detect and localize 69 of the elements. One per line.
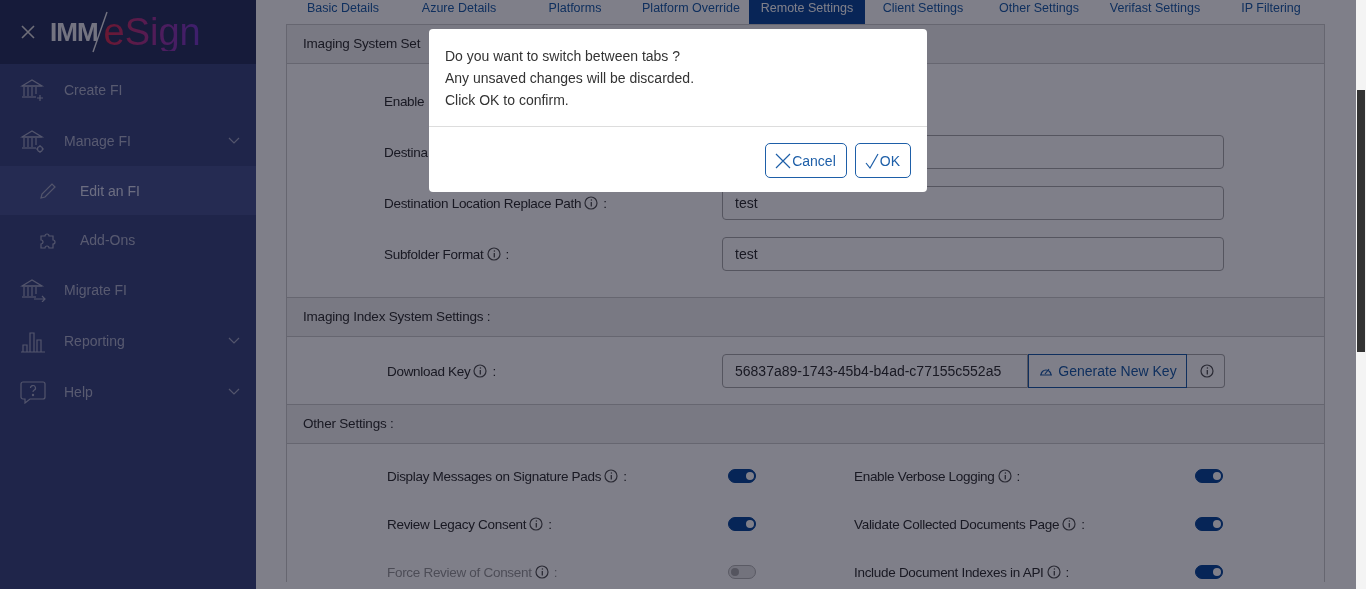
nav-label: Edit an FI bbox=[80, 182, 141, 199]
dialog-message: Any unsaved changes will be discarded. bbox=[445, 69, 696, 88]
tab[interactable]: Remote Settings bbox=[749, 0, 865, 24]
colon-text: : bbox=[623, 468, 627, 484]
nav-item[interactable]: Reporting bbox=[0, 315, 256, 366]
info-icon bbox=[1200, 364, 1214, 378]
bank-arrow-icon bbox=[20, 277, 46, 302]
colon-text: : bbox=[603, 195, 607, 211]
nav-label: Migrate FI bbox=[64, 281, 128, 298]
colon-text: : bbox=[553, 564, 558, 580]
tab[interactable]: Platform Override bbox=[633, 0, 749, 24]
section-header: Other Settings : bbox=[287, 405, 1324, 444]
scrollbar-thumb[interactable] bbox=[1357, 90, 1365, 352]
ok-button[interactable]: OK bbox=[854, 143, 911, 178]
cancel-button[interactable]: Cancel bbox=[765, 143, 847, 178]
field-label: Enable Verbose Logging bbox=[854, 468, 995, 484]
toggle-switch[interactable] bbox=[1195, 517, 1223, 531]
nav-item[interactable]: Edit an FI bbox=[0, 166, 256, 215]
bank-plus-icon bbox=[20, 77, 46, 102]
nav-label: Reporting bbox=[64, 332, 126, 349]
colon-text: : bbox=[1016, 468, 1020, 484]
info-button[interactable] bbox=[1187, 354, 1225, 388]
field-label: Include Document Indexes in API bbox=[854, 564, 1044, 580]
tab[interactable]: Client Settings bbox=[865, 0, 981, 24]
bank-gear-icon bbox=[20, 128, 46, 153]
dialog-message: Do you want to switch between tabs ? bbox=[445, 47, 682, 66]
field-label: Enable bbox=[384, 93, 425, 109]
nav-item[interactable]: Add-Ons bbox=[0, 215, 256, 264]
tab[interactable]: Other Settings bbox=[981, 0, 1097, 24]
text-field[interactable]: test bbox=[722, 237, 1224, 271]
toggle-switch[interactable] bbox=[1195, 469, 1223, 483]
section-header: Imaging Index System Settings : bbox=[287, 298, 1324, 337]
nav-item[interactable]: Manage FI bbox=[0, 115, 256, 166]
field-label: Destination Location Replace Path bbox=[384, 195, 582, 211]
tab[interactable]: Basic Details bbox=[285, 0, 401, 24]
key-field[interactable]: 56837a89-1743-45b4-b4ad-c77155c552a5 bbox=[722, 354, 1028, 388]
tab[interactable]: IP Filtering bbox=[1213, 0, 1329, 24]
field-label: Review Legacy Consent bbox=[387, 516, 527, 532]
colon-text: : bbox=[505, 246, 509, 262]
close-icon bbox=[775, 152, 792, 169]
toggle-switch[interactable] bbox=[728, 517, 756, 531]
nav-label: Manage FI bbox=[64, 132, 132, 149]
field-label: Display Messages on Signature Pads bbox=[387, 468, 602, 484]
nav-label: Add-Ons bbox=[80, 231, 137, 248]
field-label: Destina bbox=[384, 144, 428, 160]
check-icon bbox=[864, 152, 879, 169]
tab[interactable]: Platforms bbox=[517, 0, 633, 24]
help-bubble-icon bbox=[20, 379, 46, 404]
toggle-switch[interactable] bbox=[728, 469, 756, 483]
generate-key-button[interactable]: Generate New Key bbox=[1028, 354, 1187, 388]
colon-text: : bbox=[1081, 516, 1085, 532]
field-label: Validate Collected Documents Page bbox=[854, 516, 1060, 532]
colon-text: : bbox=[548, 516, 552, 532]
tab[interactable]: Verifast Settings bbox=[1097, 0, 1213, 24]
field-label: Subfolder Format bbox=[384, 246, 484, 262]
nav-item[interactable]: Migrate FI bbox=[0, 264, 256, 315]
colon-text: : bbox=[1065, 564, 1070, 580]
close-icon bbox=[20, 24, 36, 40]
nav-label: Help bbox=[64, 383, 94, 400]
nav-item[interactable]: Create FI bbox=[0, 64, 256, 115]
nav-label: Create FI bbox=[64, 81, 124, 98]
tab[interactable]: Azure Details bbox=[401, 0, 517, 24]
scrollbar[interactable] bbox=[1356, 0, 1366, 589]
nav-item[interactable]: Help bbox=[0, 366, 256, 417]
dialog-message: Click OK to confirm. bbox=[445, 91, 570, 110]
colon-text: : bbox=[492, 363, 496, 379]
toggle-switch[interactable] bbox=[1195, 565, 1223, 579]
field-label: Download Key bbox=[387, 363, 471, 379]
logo-text: IMM bbox=[50, 16, 98, 48]
